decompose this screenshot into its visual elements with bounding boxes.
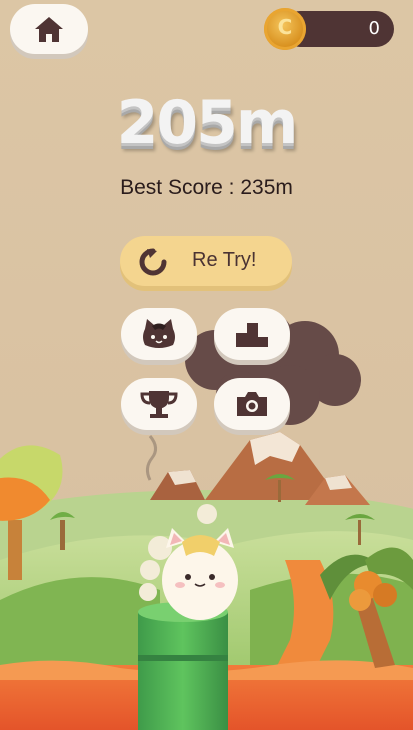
house-icon	[35, 17, 63, 42]
green-pillar	[138, 602, 228, 730]
trophy-icon	[140, 391, 178, 418]
cat-face-icon	[143, 319, 175, 348]
ranking-button[interactable]	[214, 308, 290, 360]
retry-arrow-icon	[139, 248, 167, 276]
retry-button[interactable]: Re Try!	[120, 236, 292, 286]
coin-count: 0	[368, 18, 380, 39]
coin-icon	[264, 8, 306, 50]
retry-label: Re Try!	[192, 249, 257, 271]
characters-button[interactable]	[121, 308, 197, 360]
screenshot-button[interactable]	[214, 378, 290, 430]
cat-character	[162, 528, 238, 620]
camera-icon	[237, 392, 267, 416]
achievements-button[interactable]	[121, 378, 197, 430]
podium-icon	[236, 323, 268, 347]
best-score: Best Score : 235m	[120, 176, 293, 199]
home-button[interactable]	[10, 4, 88, 54]
distance-score: 205m	[116, 88, 299, 158]
